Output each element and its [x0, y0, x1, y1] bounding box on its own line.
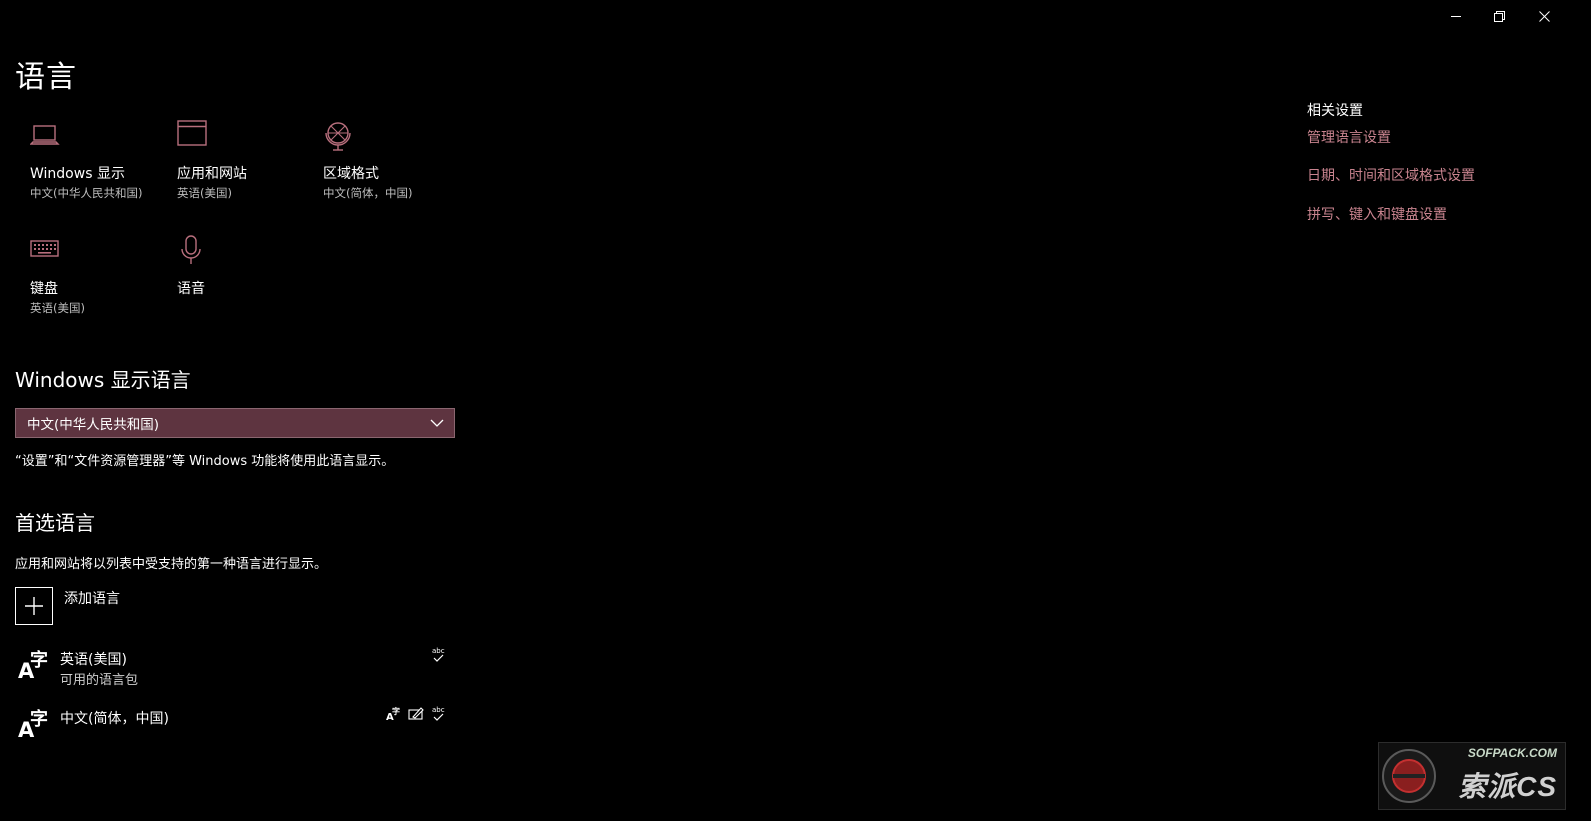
- preferred-languages-note: 应用和网站将以列表中受支持的第一种语言进行显示。: [15, 557, 328, 572]
- plus-icon: [25, 597, 43, 615]
- link-spelling-typing-keyboard-settings[interactable]: 拼写、键入和键盘设置: [1307, 204, 1447, 224]
- microphone-icon: [181, 235, 201, 264]
- svg-text:abc: abc: [432, 706, 445, 714]
- related-settings-title: 相关设置: [1307, 103, 1363, 119]
- language-glyph-icon: A字: [18, 709, 48, 742]
- close-button[interactable]: [1521, 0, 1567, 32]
- tile-label: 应用和网站: [177, 166, 247, 182]
- minimize-button[interactable]: [1433, 0, 1479, 32]
- handwriting-icon: [408, 707, 424, 720]
- tile-value: 中文(简体，中国): [323, 186, 413, 200]
- keyboard-icon: [30, 240, 59, 257]
- watermark-emblem: [1382, 749, 1436, 803]
- add-language-label[interactable]: 添加语言: [64, 588, 120, 608]
- language-glyph-icon: A字: [18, 650, 48, 683]
- svg-text:字: 字: [392, 706, 400, 716]
- display-language-note: “设置”和“文件资源管理器”等 Windows 功能将使用此语言显示。: [15, 454, 395, 469]
- minimize-icon: [1451, 16, 1461, 17]
- dropdown-selected-value: 中文(中华人民共和国): [27, 417, 160, 433]
- link-manage-language-settings[interactable]: 管理语言设置: [1307, 127, 1391, 147]
- preferred-languages-heading: 首选语言: [15, 511, 95, 535]
- svg-text:abc: abc: [432, 647, 445, 655]
- display-language-dropdown[interactable]: 中文(中华人民共和国): [15, 408, 455, 438]
- language-name: 英语(美国): [60, 652, 127, 668]
- add-language-button[interactable]: [15, 587, 53, 625]
- language-status: 可用的语言包: [60, 673, 139, 688]
- tile-value: 英语(美国): [30, 301, 85, 315]
- language-item-chinese-simplified[interactable]: A字 中文(简体，中国) A 字 abc: [15, 705, 455, 757]
- tile-label: 键盘: [30, 281, 58, 297]
- display-language-heading: Windows 显示语言: [15, 368, 191, 392]
- tile-regional-format[interactable]: 区域格式 中文(简体，中国): [323, 120, 463, 220]
- tile-label: 语音: [177, 281, 205, 297]
- watermark-brand: 索派CS: [1458, 771, 1557, 802]
- tile-apps-websites[interactable]: 应用和网站 英语(美国): [177, 120, 317, 220]
- laptop-icon: [30, 125, 60, 145]
- language-item-english-us[interactable]: A字 英语(美国) 可用的语言包 abc: [15, 646, 455, 698]
- display-language-icon: A 字: [386, 706, 400, 723]
- browser-window-icon: [177, 120, 207, 146]
- tile-label: 区域格式: [323, 166, 379, 182]
- link-date-time-region-settings[interactable]: 日期、时间和区域格式设置: [1307, 165, 1475, 185]
- close-icon: [1538, 10, 1550, 22]
- page-title: 语言: [15, 60, 77, 95]
- spellcheck-icon: abc: [432, 647, 445, 662]
- restore-button[interactable]: [1476, 0, 1522, 32]
- watermark-text: SOFPACK.COM: [1467, 746, 1557, 760]
- tile-speech[interactable]: 语音: [177, 235, 317, 335]
- spellcheck-icon: abc: [432, 706, 445, 721]
- language-name: 中文(简体，中国): [60, 711, 169, 727]
- tile-windows-display[interactable]: Windows 显示 中文(中华人民共和国): [30, 120, 170, 220]
- chevron-down-icon: [430, 419, 444, 427]
- tile-value: 中文(中华人民共和国): [30, 186, 143, 200]
- restore-icon: [1493, 10, 1505, 22]
- tile-value: 英语(美国): [177, 186, 232, 200]
- tile-keyboard[interactable]: 键盘 英语(美国): [30, 235, 170, 335]
- watermark-logo: SOFPACK.COM 索派CS: [1378, 742, 1566, 810]
- tile-label: Windows 显示: [30, 166, 125, 182]
- globe-icon: [325, 122, 351, 151]
